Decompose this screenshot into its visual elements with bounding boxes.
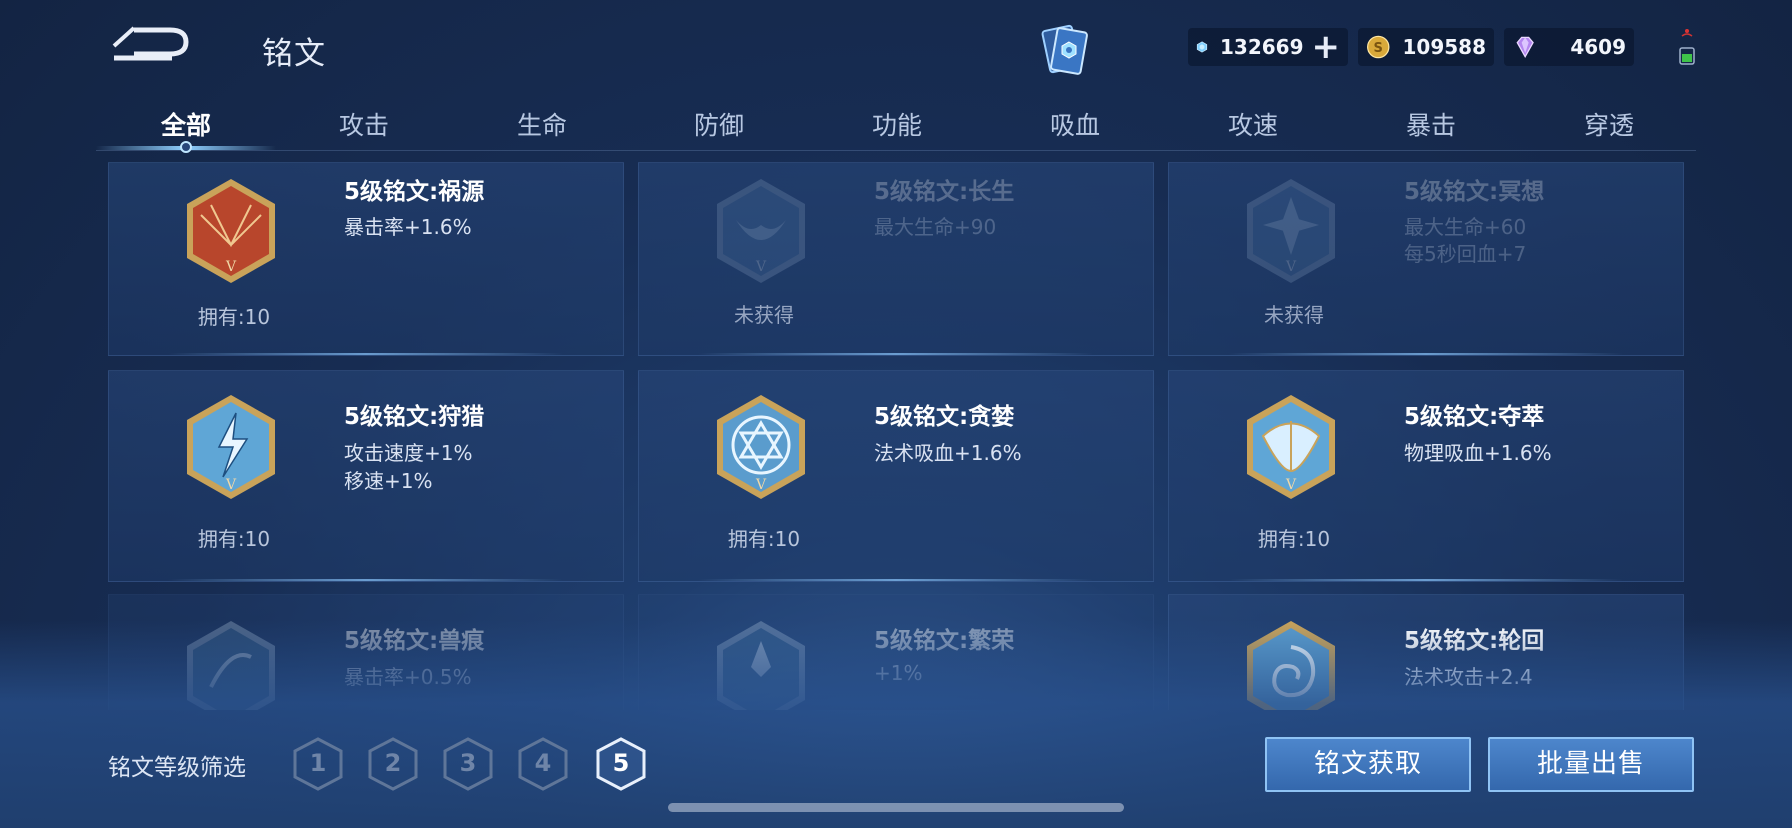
tabs-divider bbox=[96, 150, 1696, 151]
rune-duocui-icon: V bbox=[1247, 395, 1335, 499]
card-glow bbox=[699, 579, 1093, 581]
page-title: 铭文 bbox=[262, 36, 326, 72]
purple-gem-icon bbox=[1516, 36, 1534, 58]
level-number: 4 bbox=[534, 749, 552, 777]
rune-card[interactable]: V 5级铭文:冥想 最大生命+60 每5秒回血+7 未获得 bbox=[1168, 162, 1684, 356]
top-bar: 铭文 132669 + S 109588 4609 bbox=[0, 0, 1792, 96]
rune-stat: 法术攻击+2.4 bbox=[1404, 665, 1533, 689]
rune-owned: 拥有:10 bbox=[1257, 527, 1331, 551]
rune-stat: 暴击率+1.6% bbox=[344, 215, 472, 239]
tab-attack-speed[interactable]: 攻速 bbox=[1228, 106, 1278, 142]
rune-name: 5级铭文:祸源 bbox=[344, 179, 485, 205]
level-number: 3 bbox=[459, 749, 477, 777]
tab-critical[interactable]: 暴击 bbox=[1406, 106, 1456, 142]
rune-stat: 攻击速度+1% bbox=[344, 441, 473, 465]
rune-owned: 拥有:10 bbox=[197, 527, 271, 551]
rune-changsheng-icon: V bbox=[717, 179, 805, 283]
svg-text:V: V bbox=[755, 259, 767, 275]
rune-stat: 移速+1% bbox=[344, 469, 433, 493]
tab-utility[interactable]: 功能 bbox=[872, 106, 922, 142]
diamond-amount: 132669 bbox=[1220, 35, 1304, 59]
rune-name: 5级铭文:夺萃 bbox=[1404, 404, 1545, 430]
gem-amount: 4609 bbox=[1570, 35, 1626, 59]
network-battery-icon bbox=[1679, 29, 1695, 65]
level-filter-label: 铭文等级筛选 bbox=[108, 755, 246, 781]
rune-stat: 最大生命+90 bbox=[874, 215, 997, 239]
rune-stat: 暴击率+0.5% bbox=[344, 665, 472, 689]
rune-name: 5级铭文:轮回 bbox=[1404, 628, 1545, 654]
svg-text:S: S bbox=[1374, 41, 1383, 56]
tab-all[interactable]: 全部 bbox=[161, 106, 211, 142]
rune-shouhen-icon bbox=[187, 621, 275, 710]
svg-text:V: V bbox=[1285, 477, 1297, 493]
tab-penetration[interactable]: 穿透 bbox=[1584, 106, 1634, 142]
rune-deck-icon[interactable] bbox=[1036, 20, 1094, 78]
rune-owned: 未获得 bbox=[734, 303, 794, 327]
rune-card[interactable]: 5级铭文:兽痕 暴击率+0.5% bbox=[108, 594, 624, 710]
card-glow bbox=[1229, 579, 1623, 581]
card-glow bbox=[699, 353, 1093, 355]
rune-huoyuan-icon: V bbox=[187, 179, 275, 283]
card-glow bbox=[169, 353, 563, 355]
rune-shoulie-icon: V bbox=[187, 395, 275, 499]
rune-card[interactable]: V 5级铭文:贪婪 法术吸血+1.6% 拥有:10 bbox=[638, 370, 1154, 582]
rune-stat: +1% bbox=[874, 661, 923, 685]
rune-card[interactable]: V 5级铭文:狩猎 攻击速度+1% 移速+1% 拥有:10 bbox=[108, 370, 624, 582]
add-diamond-button[interactable]: + bbox=[1312, 30, 1341, 64]
rune-card[interactable]: 5级铭文:轮回 法术攻击+2.4 bbox=[1168, 594, 1684, 710]
diamond-currency: 132669 + bbox=[1188, 28, 1348, 66]
level-filter-4[interactable]: 4 bbox=[517, 736, 569, 792]
rune-name: 5级铭文:长生 bbox=[874, 179, 1015, 205]
card-glow bbox=[1229, 353, 1623, 355]
rune-fanrong-icon bbox=[717, 621, 805, 710]
obtain-rune-button[interactable]: 铭文获取 bbox=[1265, 737, 1471, 792]
rune-stat: 最大生命+60 bbox=[1404, 215, 1527, 239]
rune-owned: 拥有:10 bbox=[727, 527, 801, 551]
rune-stat: 每5秒回血+7 bbox=[1404, 242, 1527, 266]
batch-sell-button[interactable]: 批量出售 bbox=[1488, 737, 1694, 792]
home-indicator[interactable] bbox=[668, 803, 1124, 812]
rune-mingxiang-icon: V bbox=[1247, 179, 1335, 283]
rune-stat: 物理吸血+1.6% bbox=[1404, 441, 1552, 465]
level-number: 1 bbox=[309, 749, 327, 777]
level-filter-1[interactable]: 1 bbox=[292, 736, 344, 792]
card-glow bbox=[169, 579, 563, 581]
tab-defense[interactable]: 防御 bbox=[694, 106, 744, 142]
rune-owned: 拥有:10 bbox=[197, 305, 271, 329]
rune-name: 5级铭文:贪婪 bbox=[874, 404, 1015, 430]
level-filter-5[interactable]: 5 bbox=[595, 736, 647, 792]
active-tab-dot bbox=[180, 141, 192, 153]
rune-name: 5级铭文:繁荣 bbox=[874, 628, 1015, 654]
rune-card[interactable]: V 5级铭文:夺萃 物理吸血+1.6% 拥有:10 bbox=[1168, 370, 1684, 582]
rune-lunhui-icon bbox=[1247, 621, 1335, 710]
rune-name: 5级铭文:狩猎 bbox=[344, 404, 485, 430]
tab-attack[interactable]: 攻击 bbox=[339, 106, 389, 142]
rune-card[interactable]: V 5级铭文:祸源 暴击率+1.6% 拥有:10 bbox=[108, 162, 624, 356]
rune-stat: 法术吸血+1.6% bbox=[874, 441, 1022, 465]
rune-grid: V 5级铭文:祸源 暴击率+1.6% 拥有:10 V 5级铭文:长生 最大生命+… bbox=[108, 162, 1684, 710]
rune-name: 5级铭文:兽痕 bbox=[344, 628, 485, 654]
coin-amount: 109588 bbox=[1402, 35, 1487, 59]
diamond-icon bbox=[1196, 41, 1208, 53]
category-tabs: 全部 攻击 生命 防御 功能 吸血 攻速 暴击 穿透 bbox=[96, 96, 1696, 153]
gold-coin-icon: S bbox=[1367, 35, 1390, 59]
svg-text:V: V bbox=[225, 259, 237, 275]
level-number: 2 bbox=[384, 749, 402, 777]
rune-card[interactable]: V 5级铭文:长生 最大生命+90 未获得 bbox=[638, 162, 1154, 356]
tab-lifesteal[interactable]: 吸血 bbox=[1050, 106, 1100, 142]
gem-currency: 4609 bbox=[1504, 28, 1634, 66]
svg-text:V: V bbox=[225, 477, 237, 493]
level-filter-3[interactable]: 3 bbox=[442, 736, 494, 792]
back-arrow-icon[interactable] bbox=[110, 22, 192, 66]
coin-currency: S 109588 bbox=[1358, 28, 1494, 66]
tab-health[interactable]: 生命 bbox=[517, 106, 567, 142]
rune-owned: 未获得 bbox=[1264, 303, 1324, 327]
level-number: 5 bbox=[612, 749, 630, 777]
level-filter-2[interactable]: 2 bbox=[367, 736, 419, 792]
svg-text:V: V bbox=[755, 477, 767, 493]
rune-name: 5级铭文:冥想 bbox=[1404, 179, 1545, 205]
svg-text:V: V bbox=[1285, 259, 1297, 275]
rune-tanlan-icon: V bbox=[717, 395, 805, 499]
rune-card[interactable]: 5级铭文:繁荣 +1% bbox=[638, 594, 1154, 710]
